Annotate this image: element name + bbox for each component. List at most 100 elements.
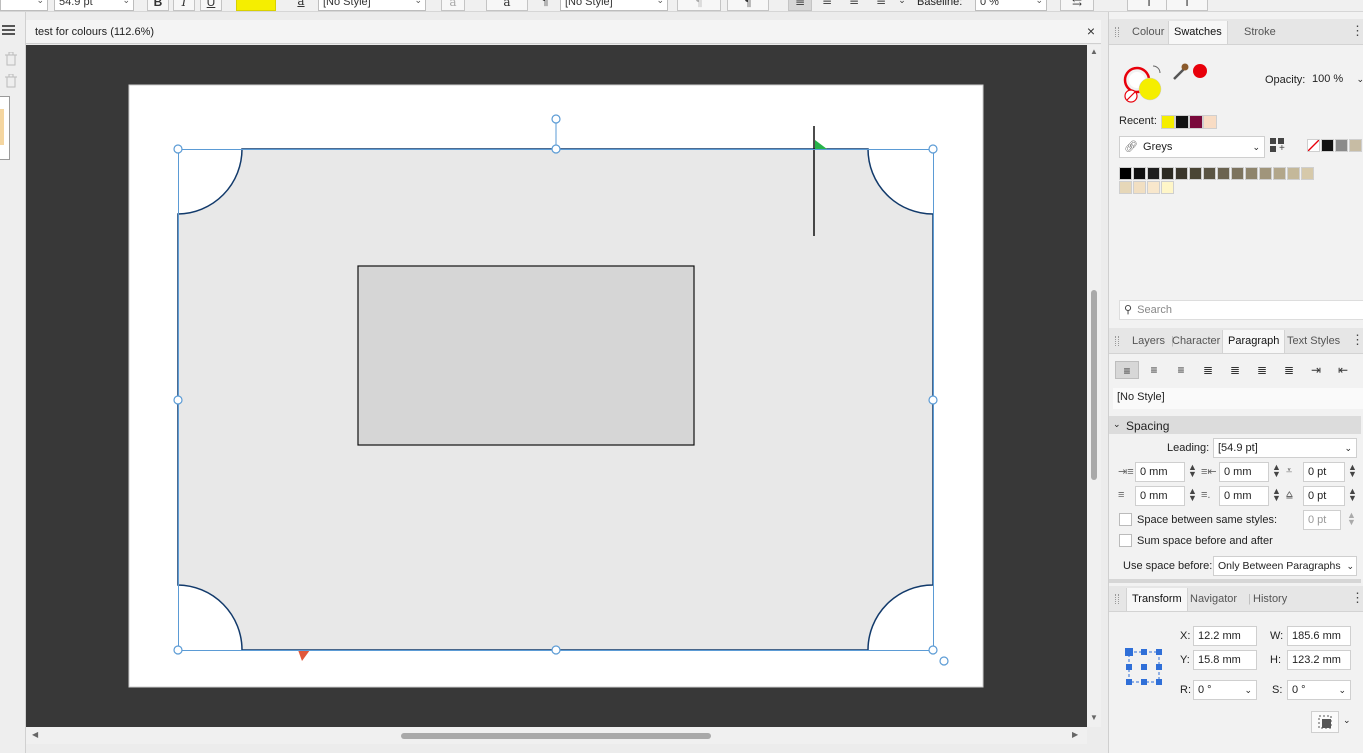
quick-color-swatch[interactable] [1321,139,1334,152]
close-document-button[interactable]: × [1087,23,1095,39]
handle-right[interactable] [928,395,938,405]
tab-character[interactable]: Character [1169,333,1223,349]
font-size-dropdown[interactable]: 54.9 pt ⌄ [54,0,134,11]
trash-all-icon[interactable] [5,74,17,88]
leading-dropdown[interactable]: [54.9 pt] ⌄ [1213,438,1357,458]
last-line-indent-stepper[interactable]: ▲ ▼ [1272,487,1281,503]
justify-right-button[interactable]: ≣ [1250,361,1274,379]
align-left-button[interactable]: ≡ [1115,361,1139,379]
align-right-toolbar-button[interactable]: ≡ [842,0,866,11]
y-field[interactable]: 15.8 mm [1193,650,1257,670]
panel-grip-icon[interactable] [1115,594,1119,604]
no-fill-swatch[interactable] [1307,139,1320,152]
quick-color-swatch[interactable] [1349,139,1362,152]
fill-stroke-selector-icon[interactable] [1123,62,1169,104]
palette-color-swatch[interactable] [1119,181,1132,194]
bold-button[interactable]: B [147,0,169,11]
frame-text-button[interactable]: T [1127,0,1171,11]
justify-center-button[interactable]: ≣ [1223,361,1247,379]
palette-color-swatch[interactable] [1245,167,1258,180]
panel-scrollbar[interactable] [1109,579,1361,583]
tab-stroke[interactable]: Stroke [1241,24,1279,40]
palette-color-swatch[interactable] [1175,167,1188,180]
paragraph-style-field[interactable]: [No Style] [1113,388,1363,409]
italic-button[interactable]: I [173,0,195,11]
right-indent-field[interactable]: 0 mm [1135,486,1185,506]
same-styles-stepper[interactable]: ▲ ▼ [1347,511,1356,527]
palette-color-swatch[interactable] [1259,167,1272,180]
x-field[interactable]: 12.2 mm [1193,626,1257,646]
justify-toolbar-button[interactable]: ≡ [869,0,893,11]
space-after-field[interactable]: 0 pt [1303,486,1345,506]
handle-bottom[interactable] [551,645,561,655]
palette-color-swatch[interactable] [1119,167,1132,180]
hamburger-icon[interactable] [2,24,15,36]
align-more-button[interactable]: ⌄ [896,0,908,11]
page-thumbnail[interactable] [0,96,10,160]
palette-color-swatch[interactable] [1133,181,1146,194]
tab-history[interactable]: History [1250,591,1290,607]
last-line-indent-field[interactable]: 0 mm [1219,486,1269,506]
handle-top-right[interactable] [928,144,938,154]
canvas-pasteboard[interactable] [26,45,1087,727]
artistic-text-button[interactable]: T [1166,0,1208,11]
align-away-spine-button[interactable]: ⇤ [1331,361,1355,379]
transform-options-button[interactable] [1311,711,1339,733]
vertical-scroll-thumb[interactable] [1091,290,1097,480]
first-line-indent-field[interactable]: 0 mm [1219,462,1269,482]
palette-color-swatch[interactable] [1133,167,1146,180]
document-tab[interactable]: test for colours (112.6%) × [26,20,1101,44]
para-style-options-button[interactable]: ¶ [727,0,769,11]
align-left-toolbar-button[interactable]: ≡ [788,0,812,11]
palette-color-swatch[interactable] [1189,167,1202,180]
recent-color-swatch[interactable] [1161,115,1175,129]
align-center-toolbar-button[interactable]: ≡ [815,0,839,11]
tab-colour[interactable]: Colour [1129,24,1167,40]
anchor-point-selector-icon[interactable] [1125,648,1163,686]
panel-grip-icon[interactable] [1115,27,1119,37]
handle-bottom-left[interactable] [173,645,183,655]
picked-color-swatch[interactable] [1193,64,1207,78]
underline-button[interactable]: U [200,0,222,11]
panel-menu-icon[interactable]: ⋮ [1351,590,1363,606]
scroll-right-arrow-icon[interactable]: ▶ [1072,730,1078,739]
clear-para-style-button[interactable]: ¶ [677,0,721,11]
horizontal-scroll-thumb[interactable] [401,733,711,739]
shear-dropdown[interactable]: 0 ° ⌄ [1287,680,1351,700]
spacing-section-header[interactable]: ⌄ Spacing [1109,416,1361,434]
panel-grip-icon[interactable] [1115,336,1119,346]
recent-color-swatch[interactable] [1189,115,1203,129]
tab-paragraph[interactable]: Paragraph [1222,330,1286,353]
tab-swatches[interactable]: Swatches [1168,21,1228,44]
sum-space-checkbox[interactable] [1119,534,1132,547]
quick-color-swatch[interactable] [1335,139,1348,152]
align-towards-spine-button[interactable]: ⇥ [1304,361,1328,379]
panel-menu-icon[interactable]: ⋮ [1351,23,1363,39]
handle-top[interactable] [551,144,561,154]
baseline-dropdown[interactable]: 0 % ⌄ [975,0,1047,11]
scroll-up-arrow-icon[interactable]: ▲ [1090,47,1098,56]
left-indent-field[interactable]: 0 mm [1135,462,1185,482]
palette-color-swatch[interactable] [1231,167,1244,180]
align-center-button[interactable]: ≡ [1142,361,1166,379]
space-before-stepper[interactable]: ▲ ▼ [1348,463,1357,479]
recent-color-swatch[interactable] [1203,115,1217,129]
handle-resize-extra[interactable] [939,656,949,666]
palette-color-swatch[interactable] [1217,167,1230,180]
justify-left-button[interactable]: ≣ [1196,361,1220,379]
eyedropper-icon[interactable] [1171,62,1189,82]
h-field[interactable]: 123.2 mm [1287,650,1351,670]
recent-color-swatch[interactable] [1175,115,1189,129]
justify-all-button[interactable]: ≣ [1277,361,1301,379]
swatch-search-input[interactable]: ⚲ Search [1119,300,1363,320]
use-space-dropdown[interactable]: Only Between Paragraphs ⌄ [1213,556,1357,576]
palette-color-swatch[interactable] [1287,167,1300,180]
highlight-color-button[interactable] [236,0,276,11]
char-style-options-button[interactable]: a [486,0,528,11]
left-indent-stepper[interactable]: ▲ ▼ [1188,463,1197,479]
font-family-dropdown[interactable]: ⌄ [0,0,48,11]
tab-layers[interactable]: Layers [1129,333,1168,349]
tab-text-styles[interactable]: Text Styles [1284,333,1343,349]
scroll-left-arrow-icon[interactable]: ◀ [32,730,38,739]
paragraph-style-dropdown[interactable]: [No Style] ⌄ [560,0,668,11]
